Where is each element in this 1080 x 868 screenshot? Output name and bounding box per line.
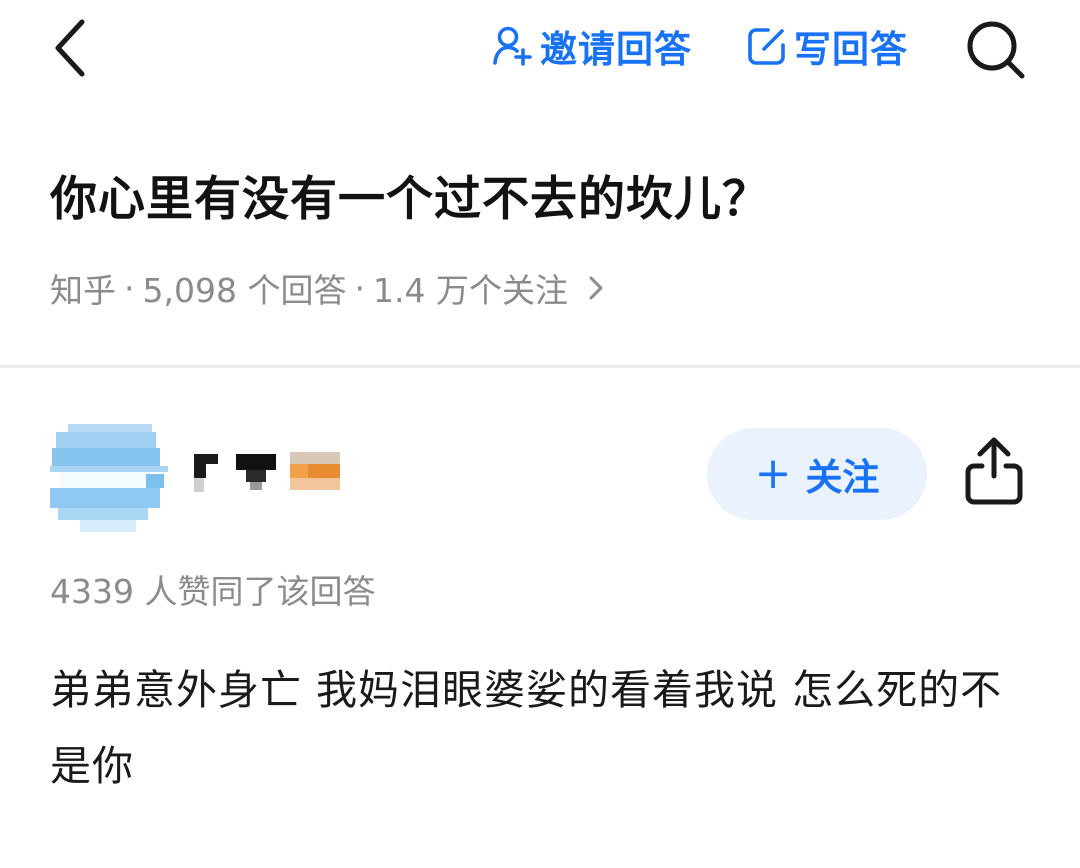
- search-icon: [967, 21, 1025, 79]
- invite-answer-label: 邀请回答: [540, 28, 692, 71]
- author-avatar[interactable]: [50, 424, 168, 532]
- meta-separator: ·: [354, 268, 365, 308]
- question-meta[interactable]: 知乎 · 5,098 个回答 · 1.4 万个关注: [50, 262, 604, 314]
- user-plus-icon: [492, 25, 534, 67]
- meta-separator: ·: [124, 268, 135, 308]
- share-icon: [965, 437, 1023, 505]
- search-button[interactable]: [962, 16, 1028, 82]
- write-answer-label: 写回答: [794, 28, 908, 71]
- back-button[interactable]: [40, 14, 100, 82]
- write-answer-button[interactable]: 写回答: [746, 20, 908, 72]
- answer-content[interactable]: 弟弟意外身亡 我妈泪眼婆娑的看着我说 怎么死的不是你: [50, 652, 1030, 804]
- top-navigation-bar: 邀请回答 写回答: [0, 0, 1080, 96]
- answer-count: 5,098 个回答: [142, 271, 347, 310]
- share-button[interactable]: [958, 432, 1030, 510]
- section-divider: [0, 365, 1080, 368]
- question-title[interactable]: 你心里有没有一个过不去的坎儿？: [50, 160, 770, 240]
- follow-label: 关注: [805, 456, 880, 499]
- vote-count: 4339 人赞同了该回答: [50, 572, 376, 611]
- chevron-left-icon: [55, 19, 85, 77]
- invite-answer-button[interactable]: 邀请回答: [492, 20, 692, 72]
- source-label: 知乎: [50, 271, 116, 310]
- follower-count: 1.4 万个关注: [372, 271, 568, 310]
- author-name-pixelated[interactable]: [190, 450, 350, 498]
- follow-button[interactable]: + 关注: [707, 428, 927, 520]
- chevron-right-icon: [588, 274, 604, 302]
- plus-icon: +: [754, 448, 792, 499]
- edit-icon: [746, 25, 788, 67]
